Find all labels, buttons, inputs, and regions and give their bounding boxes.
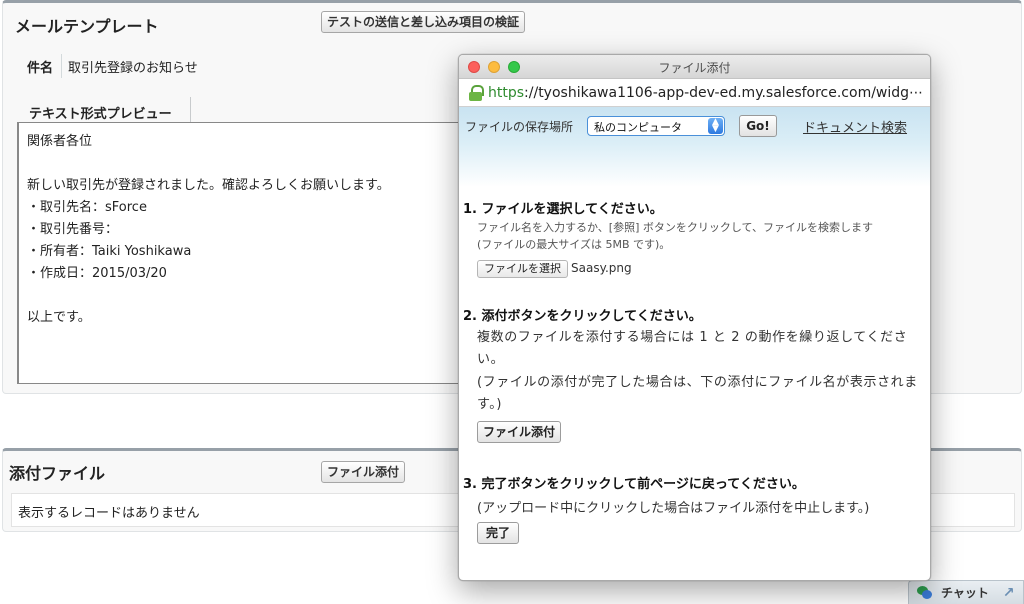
attach-file-popup-window: ファイル添付 https://tyoshikawa1106-app-dev-ed…	[458, 54, 931, 581]
preview-line	[27, 285, 509, 307]
attachments-title: 添付ファイル	[9, 464, 106, 483]
choose-file-button[interactable]: ファイルを選択	[477, 260, 568, 278]
step2-line: 複数のファイルを添付する場合には 1 と 2 の動作を繰り返してくださ	[477, 330, 908, 345]
file-location-bar: ファイルの保存場所 私のコンピュータ ▲ ▼ Go! ドキュメント検索	[459, 107, 930, 187]
preview-line: ・所有者：Taiki Yoshikawa	[27, 244, 192, 259]
step1-instruction: ファイル名を入力するか、[参照] ボタンをクリックして、ファイルを検索します	[477, 221, 873, 234]
preview-line: 関係者各位	[27, 134, 93, 149]
file-location-selected: 私のコンピュータ	[594, 121, 682, 134]
text-preview-tab: テキスト形式プレビュー	[19, 97, 191, 123]
chat-label: チャット	[941, 586, 989, 600]
select-updown-icon: ▲ ▼	[708, 118, 723, 134]
document-search-link[interactable]: ドキュメント検索	[803, 117, 907, 136]
preview-line: ・作成日：2015/03/20	[27, 266, 167, 281]
preview-line: 新しい取引先が登録されました。確認よろしくお願いします。	[27, 178, 390, 193]
chat-icon	[917, 585, 933, 600]
step2-title: 2. 添付ボタンをクリックしてください。	[463, 309, 702, 324]
step3-note: (アップロード中にクリックした場合はファイル添付を中止します。)	[477, 501, 870, 516]
step1-title: 1. ファイルを選択してください。	[463, 202, 663, 217]
url-text: ://tyoshikawa1106-app-dev-ed.my.salesfor…	[524, 84, 924, 101]
url-scheme: https	[488, 84, 525, 101]
preview-line: 以上です。	[27, 310, 91, 325]
window-titlebar: ファイル添付	[459, 55, 930, 79]
chosen-file-name: Saasy.png	[571, 261, 632, 275]
send-test-verify-button[interactable]: テストの送信と差し込み項目の検証	[321, 11, 526, 33]
file-location-select[interactable]: 私のコンピュータ ▲ ▼	[587, 116, 725, 136]
lock-icon	[469, 84, 484, 101]
expand-arrow-icon[interactable]: ↗	[1003, 585, 1015, 601]
step2-line: い。	[477, 352, 505, 367]
done-button[interactable]: 完了	[477, 522, 519, 544]
chat-tab[interactable]: チャット ↗	[908, 580, 1024, 604]
step3-title: 3. 完了ボタンをクリックして前ページに戻ってください。	[463, 477, 805, 492]
window-title: ファイル添付	[658, 61, 731, 75]
step2-line: す。)	[477, 397, 503, 412]
step2-line: (ファイルの添付が完了した場合は、下の添付にファイル名が表示されま	[477, 375, 918, 390]
subject-value: 取引先登録のお知らせ	[68, 60, 198, 76]
url-bar[interactable]: https://tyoshikawa1106-app-dev-ed.my.sal…	[459, 79, 930, 107]
preview-line: ・取引先番号：	[27, 222, 119, 237]
preview-line: ・取引先名：sForce	[27, 200, 147, 215]
go-button[interactable]: Go!	[739, 115, 777, 137]
attach-file-button[interactable]: ファイル添付	[321, 461, 406, 483]
preview-line	[27, 153, 509, 175]
attach-file-popup-button[interactable]: ファイル添付	[477, 421, 561, 443]
section-title: メールテンプレート	[15, 17, 159, 36]
subject-label: 件名	[17, 54, 63, 78]
subject-row: 件名 取引先登録のお知らせ	[17, 51, 198, 81]
step1-size-note: (ファイルの最大サイズは 5MB です)。	[477, 238, 671, 251]
text-preview-box: 関係者各位 新しい取引先が登録されました。確認よろしくお願いします。 ・取引先名…	[17, 122, 517, 384]
file-location-label: ファイルの保存場所	[465, 120, 574, 134]
